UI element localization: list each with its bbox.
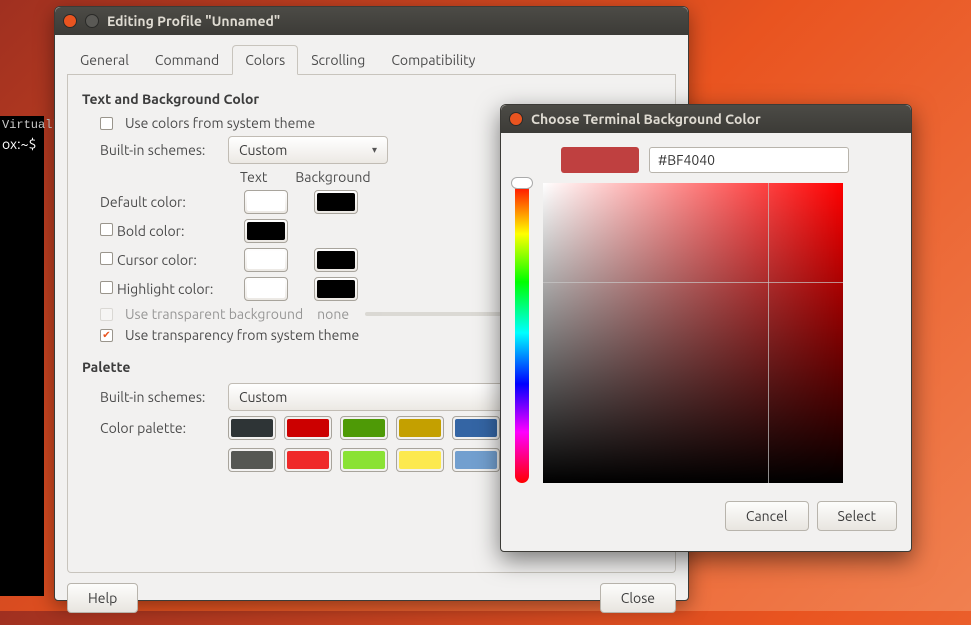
select-button[interactable]: Select: [817, 501, 897, 531]
color-preview: [561, 147, 639, 173]
close-dialog-icon[interactable]: [509, 112, 523, 126]
label-color-palette: Color palette:: [100, 416, 220, 436]
header-text: Text: [240, 169, 267, 185]
row-cursor-color[interactable]: Cursor color:: [100, 252, 238, 268]
label-builtin-schemes: Built-in schemes:: [100, 142, 220, 158]
default-bg-color[interactable]: [314, 190, 358, 214]
highlight-text-color[interactable]: [244, 277, 288, 301]
color-picker-titlebar[interactable]: Choose Terminal Background Color: [501, 105, 911, 133]
close-window-icon[interactable]: [63, 14, 77, 28]
cursor-text-color[interactable]: [244, 248, 288, 272]
close-button[interactable]: Close: [600, 583, 676, 613]
label-use-system-colors: Use colors from system theme: [125, 115, 315, 131]
crosshair-h-icon: [543, 282, 843, 283]
cursor-bg-color[interactable]: [314, 248, 358, 272]
help-button[interactable]: Help: [67, 583, 138, 613]
terminal-window: Virtuall ox:~$: [0, 116, 44, 596]
palette-color-1[interactable]: [284, 416, 332, 440]
checkbox-highlight-color[interactable]: [100, 281, 113, 294]
label-use-transparency-theme: Use transparency from system theme: [125, 327, 359, 343]
color-picker-title: Choose Terminal Background Color: [531, 111, 761, 127]
crosshair-v-icon: [768, 183, 769, 483]
checkbox-cursor-color[interactable]: [100, 252, 113, 265]
checkbox-use-transparency-theme[interactable]: [100, 329, 113, 342]
minimize-window-icon[interactable]: [85, 14, 99, 28]
tab-compatibility[interactable]: Compatibility: [378, 45, 488, 75]
saturation-value-box[interactable]: [543, 183, 843, 483]
transparent-value: none: [317, 306, 349, 322]
palette-color-4[interactable]: [452, 416, 500, 440]
hue-slider[interactable]: [515, 183, 529, 483]
window-title: Editing Profile "Unnamed": [107, 13, 280, 29]
tab-scrolling[interactable]: Scrolling: [298, 45, 378, 75]
label-palette-schemes: Built-in schemes:: [100, 389, 220, 405]
chevron-down-icon: ▾: [372, 144, 377, 156]
highlight-bg-color[interactable]: [314, 277, 358, 301]
label-default-color: Default color:: [100, 194, 238, 210]
titlebar[interactable]: Editing Profile "Unnamed": [55, 7, 688, 35]
hex-input[interactable]: [649, 147, 849, 173]
palette-color-2[interactable]: [340, 416, 388, 440]
tab-colors[interactable]: Colors: [232, 45, 298, 75]
bold-text-color[interactable]: [244, 219, 288, 243]
palette-color-7[interactable]: [340, 448, 388, 472]
hue-thumb-icon[interactable]: [511, 177, 533, 189]
select-builtin-value: Custom: [239, 142, 287, 158]
checkbox-bold-color[interactable]: [100, 223, 113, 236]
palette-grid: [228, 416, 528, 472]
label-transparent-bg: Use transparent background: [125, 306, 303, 322]
palette-color-8[interactable]: [396, 448, 444, 472]
tab-command[interactable]: Command: [142, 45, 232, 75]
tab-general[interactable]: General: [67, 45, 142, 75]
palette-color-0[interactable]: [228, 416, 276, 440]
select-builtin-scheme[interactable]: Custom ▾: [228, 136, 388, 164]
terminal-text: Virtuall: [0, 116, 44, 134]
palette-color-3[interactable]: [396, 416, 444, 440]
tabs: General Command Colors Scrolling Compati…: [67, 45, 676, 75]
palette-color-5[interactable]: [228, 448, 276, 472]
header-background: Background: [295, 169, 370, 185]
palette-color-6[interactable]: [284, 448, 332, 472]
palette-color-9[interactable]: [452, 448, 500, 472]
terminal-prompt: ox:~$: [0, 134, 44, 155]
select-palette-value: Custom: [239, 389, 287, 405]
checkbox-transparent-bg: [100, 308, 113, 321]
row-bold-color[interactable]: Bold color:: [100, 223, 238, 239]
cancel-button[interactable]: Cancel: [725, 501, 809, 531]
default-text-color[interactable]: [244, 190, 288, 214]
color-picker-dialog: Choose Terminal Background Color Cancel …: [500, 104, 912, 552]
row-highlight-color[interactable]: Highlight color:: [100, 281, 238, 297]
checkbox-use-system-colors[interactable]: [100, 117, 113, 130]
